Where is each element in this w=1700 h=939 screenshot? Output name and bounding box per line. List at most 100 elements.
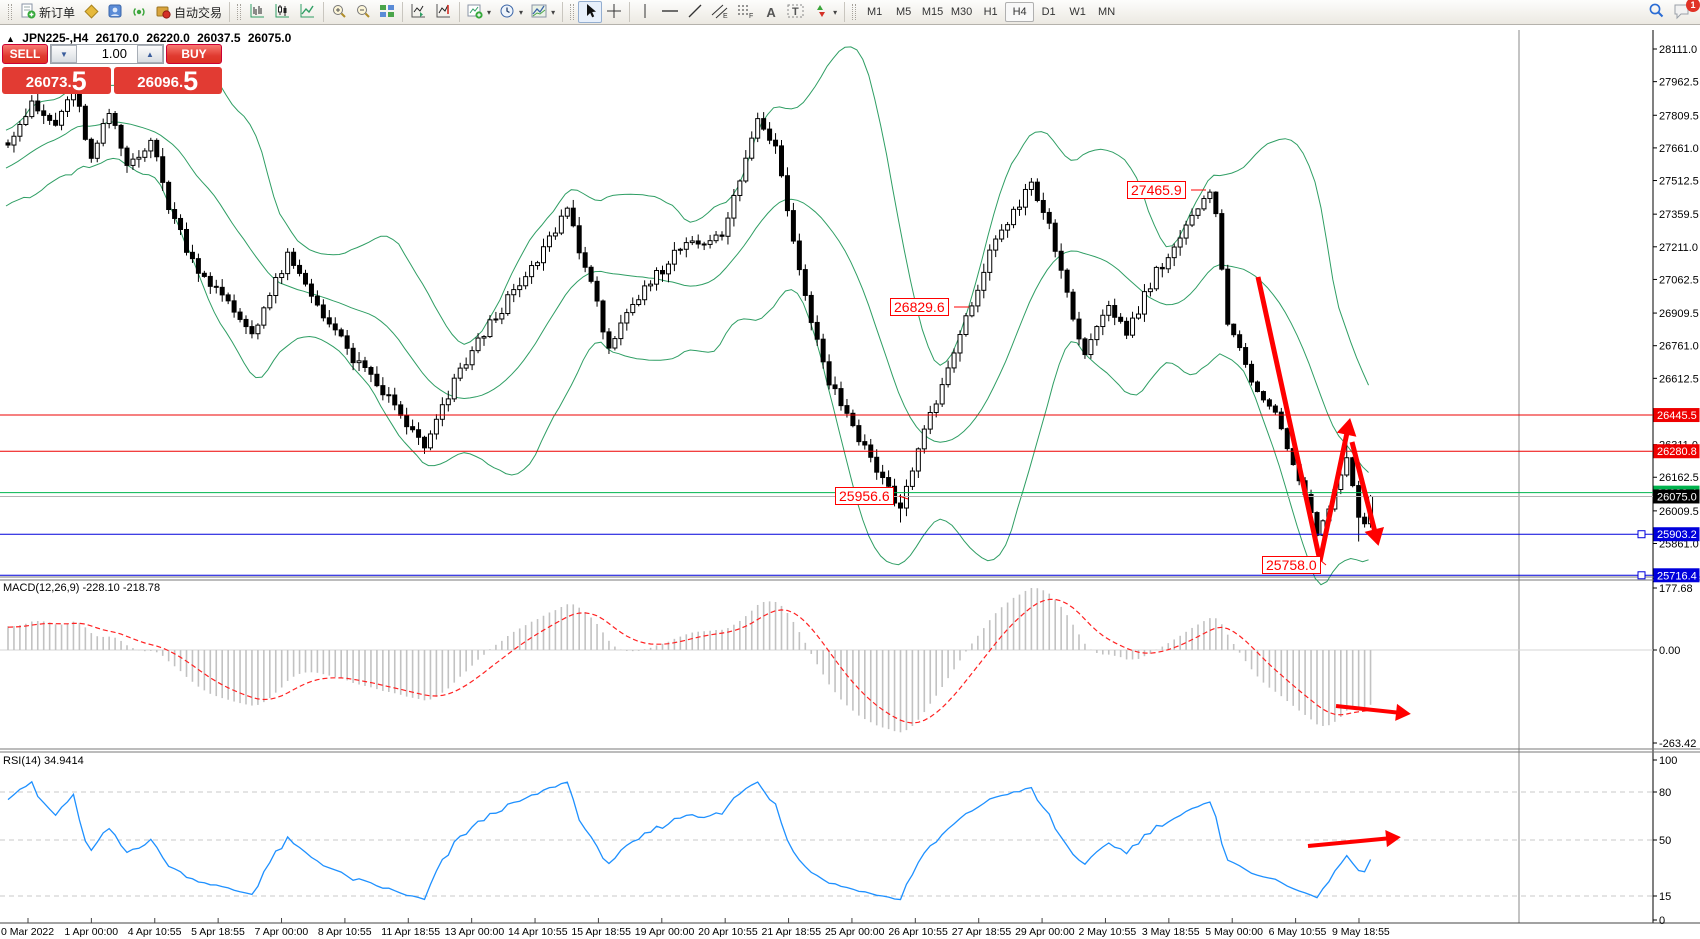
- dropdown-caret-icon: ▾: [519, 8, 523, 17]
- tf-W1[interactable]: W1: [1063, 2, 1092, 22]
- fibonacci-icon: F: [737, 3, 755, 22]
- svg-text:27359.5: 27359.5: [1659, 209, 1699, 221]
- tf-M5[interactable]: M5: [889, 2, 918, 22]
- svg-text:26 Apr 10:55: 26 Apr 10:55: [888, 926, 948, 938]
- price-annotation[interactable]: 26829.6: [890, 298, 949, 316]
- candlestick-chart-button[interactable]: [270, 1, 295, 23]
- svg-text:6 May 10:55: 6 May 10:55: [1269, 926, 1327, 938]
- toolbar-grip[interactable]: [8, 4, 12, 20]
- tf-M15[interactable]: M15: [918, 2, 947, 22]
- tf-H1[interactable]: H1: [976, 2, 1005, 22]
- line-chart-button[interactable]: [295, 1, 320, 23]
- one-click-controls: SELL ▼ 1.00 ▲ BUY: [2, 44, 222, 64]
- svg-text:27062.5: 27062.5: [1659, 274, 1699, 286]
- svg-text:7 Apr 00:00: 7 Apr 00:00: [255, 926, 309, 938]
- cursor-button[interactable]: [578, 1, 602, 23]
- text-label-button[interactable]: T: [783, 1, 809, 23]
- metaeditor-icon: [83, 3, 99, 22]
- fibonacci-button[interactable]: F: [733, 1, 759, 23]
- notification-badge: 1: [1686, 0, 1700, 12]
- price-annotation[interactable]: 27465.9: [1127, 181, 1186, 199]
- volume-decrease-button[interactable]: ▼: [51, 45, 77, 63]
- volume-increase-button[interactable]: ▲: [137, 45, 163, 63]
- svg-text:13 Apr 00:00: 13 Apr 00:00: [445, 926, 505, 938]
- tile-windows-button[interactable]: [375, 1, 399, 23]
- tf-H4[interactable]: H4: [1005, 2, 1034, 22]
- text-icon: A: [766, 5, 775, 20]
- dropdown-caret-icon: ▾: [487, 8, 491, 17]
- chart-shift-button[interactable]: [431, 1, 456, 23]
- text-button[interactable]: A: [759, 1, 783, 23]
- sell-button[interactable]: SELL: [2, 44, 48, 64]
- search-button[interactable]: [1643, 1, 1669, 23]
- search-icon: [1647, 2, 1665, 23]
- svg-text:5 Apr 18:55: 5 Apr 18:55: [191, 926, 245, 938]
- svg-text:29 Apr 00:00: 29 Apr 00:00: [1015, 926, 1075, 938]
- crosshair-button[interactable]: [602, 1, 626, 23]
- buy-button[interactable]: BUY: [166, 44, 222, 64]
- svg-text:19 Apr 00:00: 19 Apr 00:00: [635, 926, 695, 938]
- chat-button[interactable]: 1: [1669, 1, 1696, 23]
- horizontal-line-button[interactable]: [657, 1, 683, 23]
- volume-value[interactable]: 1.00: [77, 45, 137, 63]
- tf-D1[interactable]: D1: [1034, 2, 1063, 22]
- symbol-info: ▲ JPN225-,H4 26170.0 26220.0 26037.5 260…: [6, 31, 295, 45]
- cursor-icon: [583, 3, 597, 22]
- toolbar-grip[interactable]: [570, 4, 574, 20]
- mt4-terminal: { "toolbar": { "new_order_label": "新订单",…: [0, 0, 1700, 939]
- svg-text:26612.5: 26612.5: [1659, 373, 1699, 385]
- trendline-button[interactable]: [683, 1, 707, 23]
- new-order-button[interactable]: 新订单: [16, 1, 79, 23]
- metaeditor-button[interactable]: [79, 1, 103, 23]
- bar-high: 26220.0: [146, 31, 189, 45]
- one-click-panel: SELL ▼ 1.00 ▲ BUY 26073.5 26096.5: [2, 44, 222, 94]
- macd-label: MACD(12,26,9) -228.10 -218.78: [3, 582, 160, 594]
- arrows-icon: [813, 3, 829, 22]
- svg-text:0 Mar 2022: 0 Mar 2022: [1, 926, 54, 938]
- buy-price[interactable]: 26096.5: [114, 67, 223, 94]
- bar-open: 26170.0: [96, 31, 139, 45]
- market-button[interactable]: [103, 1, 127, 23]
- svg-text:25716.4: 25716.4: [1657, 570, 1697, 582]
- dropdown-caret-icon: ▾: [551, 8, 555, 17]
- auto-scroll-button[interactable]: [406, 1, 431, 23]
- chart-canvas[interactable]: 28111.027962.527809.527661.027512.527359…: [0, 25, 1700, 939]
- zoom-in-button[interactable]: [327, 1, 351, 23]
- toolbar-grip[interactable]: [237, 4, 241, 20]
- svg-text:26280.8: 26280.8: [1657, 446, 1697, 458]
- svg-text:27962.5: 27962.5: [1659, 77, 1699, 89]
- svg-text:4 Apr 10:55: 4 Apr 10:55: [128, 926, 182, 938]
- tf-M30[interactable]: M30: [947, 2, 976, 22]
- dropdown-caret-icon: ▾: [833, 8, 837, 17]
- signals-button[interactable]: [127, 1, 151, 23]
- clock-icon: [499, 3, 515, 22]
- toolbar-separator: [562, 2, 563, 22]
- signals-icon: [131, 3, 147, 22]
- templates-button[interactable]: ▾: [527, 1, 559, 23]
- bars-chart-button[interactable]: [245, 1, 270, 23]
- svg-text:2 May 10:55: 2 May 10:55: [1078, 926, 1136, 938]
- svg-text:28111.0: 28111.0: [1659, 44, 1697, 56]
- price-annotation[interactable]: 25956.6: [835, 487, 894, 505]
- autotrading-button[interactable]: 自动交易: [151, 1, 226, 23]
- new-chart-button[interactable]: ▾: [463, 1, 495, 23]
- arrows-button[interactable]: ▾: [809, 1, 841, 23]
- svg-text:26162.5: 26162.5: [1659, 472, 1699, 484]
- periods-button[interactable]: ▾: [495, 1, 527, 23]
- price-annotation[interactable]: 25758.0: [1262, 556, 1321, 574]
- new-order-label: 新订单: [39, 4, 75, 21]
- timeframe-group: M1M5M15M30H1H4D1W1MN: [860, 2, 1121, 22]
- toolbar-grip[interactable]: [852, 4, 856, 20]
- toolbar-separator: [229, 2, 230, 22]
- equidistant-channel-button[interactable]: E: [707, 1, 733, 23]
- new-order-icon: [20, 3, 36, 22]
- tf-M1[interactable]: M1: [860, 2, 889, 22]
- auto-scroll-icon: [410, 3, 427, 22]
- svg-text:9 May 18:55: 9 May 18:55: [1332, 926, 1390, 938]
- new-chart-icon: [467, 3, 483, 22]
- svg-text:26445.5: 26445.5: [1657, 410, 1697, 422]
- sell-price[interactable]: 26073.5: [2, 67, 111, 94]
- vertical-line-button[interactable]: [633, 1, 657, 23]
- zoom-out-button[interactable]: [351, 1, 375, 23]
- tf-MN[interactable]: MN: [1092, 2, 1121, 22]
